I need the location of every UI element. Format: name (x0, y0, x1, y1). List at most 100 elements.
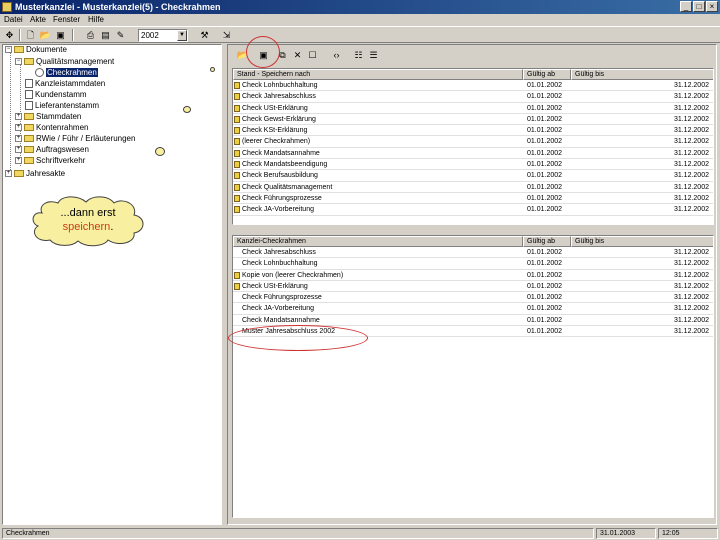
save-icon[interactable]: ▣ (54, 29, 67, 41)
tree-node-kontenrahmen[interactable]: + Kontenrahmen (15, 123, 88, 133)
table-row[interactable]: Check Jahresabschluss 01.01.2002 31.12.200… (233, 91, 713, 103)
menu-fenster[interactable]: Fenster (53, 15, 80, 24)
list-view-icon[interactable]: ☷ (352, 49, 365, 61)
folder-icon (14, 170, 24, 178)
tree-node-lieferantenstamm[interactable]: Lieferantenstamm (25, 101, 99, 111)
folder-icon (24, 124, 34, 132)
chevron-down-icon[interactable]: ▼ (177, 30, 187, 41)
table-row[interactable]: Check KSt-Erklärung 01.01.2002 31.12.2002 (233, 125, 713, 137)
tree-node-jahresakte[interactable]: + Jahresakte (5, 169, 65, 179)
open-folder-icon[interactable]: 📂 (39, 29, 52, 41)
column-header-valid-to[interactable]: Gültig bis (571, 69, 713, 80)
table-row[interactable]: Check USt-Erklärung 01.01.2002 31.12.2002 (233, 281, 713, 293)
cell-name: (leerer Checkrahmen) (242, 138, 311, 146)
status-flag-icon (234, 282, 240, 290)
tree-node-qualitaetsmanagement[interactable]: − Qualitätsmanagement (15, 57, 114, 67)
folder-icon (24, 157, 34, 165)
folder-icon (24, 58, 34, 66)
callout-line-1: ...dann erst (60, 207, 116, 219)
close-button[interactable]: × (706, 1, 718, 12)
collapse-icon[interactable]: − (5, 46, 12, 54)
table-row[interactable]: Check Qualitätsmanagement 01.01.2002 31.12… (233, 182, 713, 193)
new-document-icon[interactable]: 🗋 (24, 29, 37, 41)
menu-datei[interactable]: Datei (4, 15, 23, 24)
cell-valid-from: 01.01.2002 (527, 249, 563, 256)
cell-name: Check Qualitätsmanagement (242, 183, 333, 191)
column-header-valid-from[interactable]: Gültig ab (523, 69, 571, 80)
cell-name: Check Lohnbuchhaltung (242, 260, 318, 268)
callout-bubble-medium (183, 106, 191, 113)
year-select[interactable]: 2002 ▼ (138, 29, 188, 42)
document-icon (25, 90, 33, 100)
callout-bubble-small (210, 67, 215, 72)
tree-node-erlaeuterungen[interactable]: + RWie / Führ / Erläuterungen (15, 134, 135, 144)
standard-checkrahmen-table: Stand - Speichern nach Gültig ab Gültig … (232, 68, 714, 225)
cell-name: Check Führungsprozesse (242, 194, 322, 202)
export-icon[interactable]: ⇲ (220, 29, 233, 41)
status-flag-icon (234, 183, 240, 191)
expand-icon[interactable]: + (15, 124, 22, 132)
maximize-button[interactable]: □ (693, 1, 705, 12)
cell-valid-from: 01.01.2002 (527, 82, 563, 89)
move-icon[interactable]: ✥ (3, 29, 16, 41)
menu-akte[interactable]: Akte (30, 15, 46, 24)
table-row[interactable]: Check Berufsausbildung 01.01.2002 31.12.20… (233, 170, 713, 182)
cell-valid-to: 31.12.2002 (673, 104, 709, 112)
table-row[interactable]: Check USt-Erklärung 01.01.2002 31.12.2002 (233, 103, 713, 114)
expand-icon[interactable]: + (15, 157, 22, 165)
tree-node-stammdaten[interactable]: + Stammdaten (15, 112, 81, 122)
minimize-button[interactable]: _ (680, 1, 692, 12)
column-header-valid-to[interactable]: Gültig bis (571, 236, 713, 247)
table-row[interactable]: Check Jahresabschluss 01.01.2002 31.12.200… (233, 247, 713, 259)
table-row[interactable]: Check JA-Vorbereitung 01.01.2002 31.12.200… (233, 204, 713, 216)
tree-node-checkrahmen[interactable]: Checkrahmen (35, 68, 98, 78)
expand-icon[interactable]: + (5, 170, 12, 178)
print-icon[interactable]: ⎙ (84, 29, 97, 41)
cell-valid-from: 01.01.2002 (527, 93, 563, 101)
tree-node-kundenstamm[interactable]: Kundenstamm (25, 90, 87, 100)
year-value: 2002 (141, 31, 159, 40)
tree-node-auftragswesen[interactable]: + Auftragswesen (15, 145, 89, 155)
cell-valid-from: 01.01.2002 (527, 260, 563, 268)
table-row[interactable]: Check JA-Vorbereitung 01.01.2002 31.12.200… (233, 303, 713, 315)
cell-valid-to: 31.12.2002 (673, 82, 709, 89)
status-flag-icon (234, 127, 240, 135)
expand-icon[interactable]: + (15, 135, 22, 143)
app-icon (2, 2, 12, 12)
cell-valid-from: 01.01.2002 (527, 104, 563, 112)
table-row[interactable]: Check Führungsprozesse 01.01.2002 31.12.20… (233, 193, 713, 205)
edit-icon[interactable]: ☐ (306, 49, 319, 61)
menu-hilfe[interactable]: Hilfe (88, 15, 104, 24)
edit-icon[interactable]: ✎ (114, 29, 127, 41)
cell-name: Check Mandatsannahme (242, 149, 320, 157)
code-icon[interactable]: ‹› (330, 49, 343, 61)
table-row[interactable]: Check Lohnbuchhaltung 01.01.2002 31.12.200… (233, 258, 713, 270)
collapse-icon[interactable]: − (15, 58, 22, 66)
gear-icon (35, 68, 44, 78)
table-row[interactable]: Check Mandatsbeendigung 01.01.2002 31.12.2… (233, 159, 713, 171)
tree-node-kanzleistammdaten[interactable]: Kanzleistammdaten (25, 79, 105, 89)
expand-icon[interactable]: + (15, 146, 22, 154)
cell-name: Check Mandatsannahme (242, 316, 320, 324)
table-row[interactable]: Kopie von (leerer Checkrahmen) 01.01.2002… (233, 270, 713, 281)
table-row[interactable]: Check Gewst-Erklärung 01.01.2002 31.12.200… (233, 114, 713, 126)
table-row[interactable]: (leerer Checkrahmen) 01.01.2002 31.12.2002 (233, 136, 713, 148)
column-header-valid-from[interactable]: Gültig ab (523, 236, 571, 247)
table-row[interactable]: Check Führungsprozesse 01.01.2002 31.12.20… (233, 292, 713, 304)
table-body: Check Lohnbuchhaltung 01.01.2002 31.12.200… (233, 80, 713, 216)
column-header-name[interactable]: Stand - Speichern nach (233, 69, 523, 80)
preview-icon[interactable]: ▤ (99, 29, 112, 41)
save-highlight-circle (246, 36, 280, 68)
detail-view-icon[interactable]: ☰ (367, 49, 380, 61)
table-row[interactable]: Check Mandatsannahme 01.01.2002 31.12.2002 (233, 148, 713, 160)
status-bar: Checkrahmen 31.01.2003 12:05 (0, 527, 720, 540)
tree-node-root[interactable]: − Dokumente (5, 45, 67, 55)
column-header-name[interactable]: Kanzlei-Checkrahmen (233, 236, 523, 247)
tree-node-schriftverkehr[interactable]: + Schriftverkehr (15, 156, 85, 166)
status-time: 12:05 (658, 528, 718, 539)
tool-icon[interactable]: ⚒ (198, 29, 211, 41)
delete-icon[interactable]: ✕ (291, 49, 304, 61)
toolbar-separator (19, 29, 21, 41)
table-row[interactable]: Check Lohnbuchhaltung 01.01.2002 31.12.200… (233, 80, 713, 92)
expand-icon[interactable]: + (15, 113, 22, 121)
